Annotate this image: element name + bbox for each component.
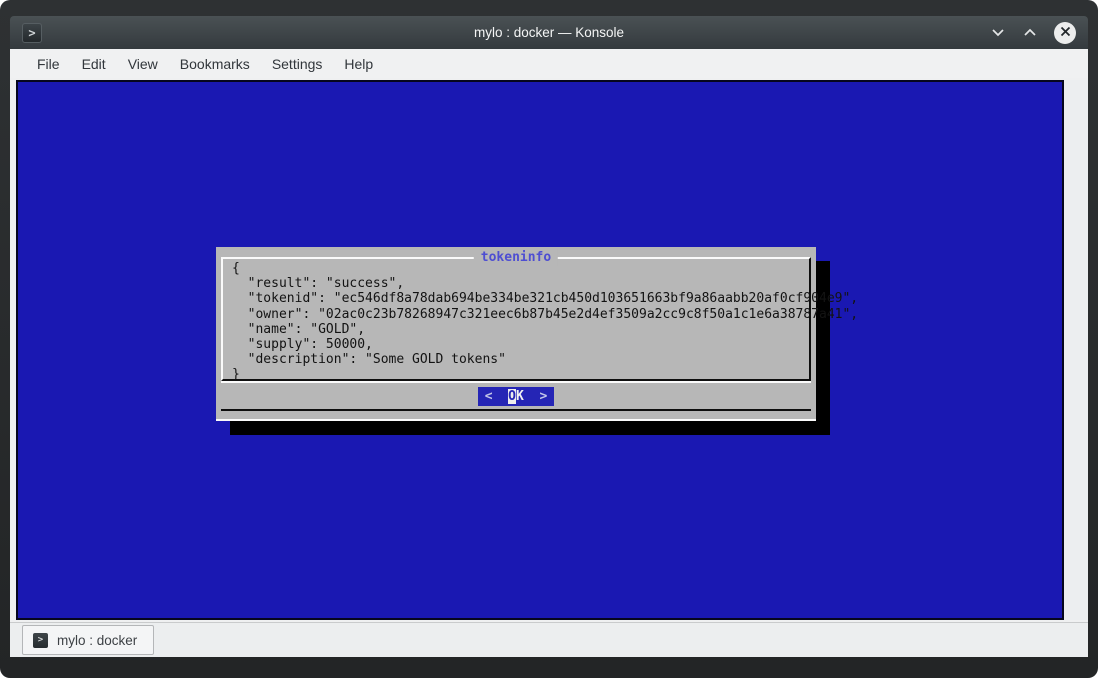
ok-close-bracket: >: [539, 389, 547, 404]
ok-cursor: O: [508, 389, 516, 404]
close-icon: [1060, 24, 1071, 42]
window-title: mylo : docker — Konsole: [10, 25, 1088, 40]
maximize-button[interactable]: [1022, 25, 1038, 41]
menu-bookmarks[interactable]: Bookmarks: [169, 56, 261, 72]
chevron-down-icon: [991, 28, 1005, 37]
window-controls: [990, 22, 1076, 44]
minimize-button[interactable]: [990, 25, 1006, 41]
ok-button[interactable]: < OK >: [478, 387, 555, 406]
ok-label-rest: K: [516, 389, 532, 404]
close-button[interactable]: [1054, 22, 1076, 44]
dialog-json-output: { "result": "success", "tokenid": "ec546…: [232, 261, 805, 383]
konsole-app-icon: >: [22, 23, 42, 43]
titlebar[interactable]: > mylo : docker — Konsole: [10, 16, 1088, 49]
menubar: File Edit View Bookmarks Settings Help: [10, 49, 1088, 78]
menu-file[interactable]: File: [26, 56, 71, 72]
tabbar: > mylo : docker: [10, 622, 1088, 657]
dialog-text-box: tokeninfo { "result": "success", "tokeni…: [221, 257, 811, 381]
tab-mylo-docker[interactable]: > mylo : docker: [22, 625, 154, 655]
menu-help[interactable]: Help: [333, 56, 384, 72]
menu-edit[interactable]: Edit: [71, 56, 117, 72]
tab-label: mylo : docker: [57, 633, 137, 648]
dialog-button-row: < OK >: [221, 381, 811, 411]
chevron-up-icon: [1023, 28, 1037, 37]
konsole-window: > mylo : docker — Konsole: [0, 0, 1098, 678]
menu-settings[interactable]: Settings: [261, 56, 334, 72]
terminal-screen[interactable]: tokeninfo { "result": "success", "tokeni…: [16, 80, 1064, 620]
terminal-tab-icon: >: [33, 633, 48, 648]
tokeninfo-dialog: tokeninfo { "result": "success", "tokeni…: [216, 247, 816, 421]
terminal-scrollbar[interactable]: [1064, 80, 1088, 620]
ok-open-bracket: <: [485, 389, 493, 404]
window-frame: > mylo : docker — Konsole: [0, 0, 1098, 678]
menu-view[interactable]: View: [117, 56, 169, 72]
terminal-container: tokeninfo { "result": "success", "tokeni…: [10, 78, 1088, 622]
dialog-title: tokeninfo: [474, 249, 558, 266]
